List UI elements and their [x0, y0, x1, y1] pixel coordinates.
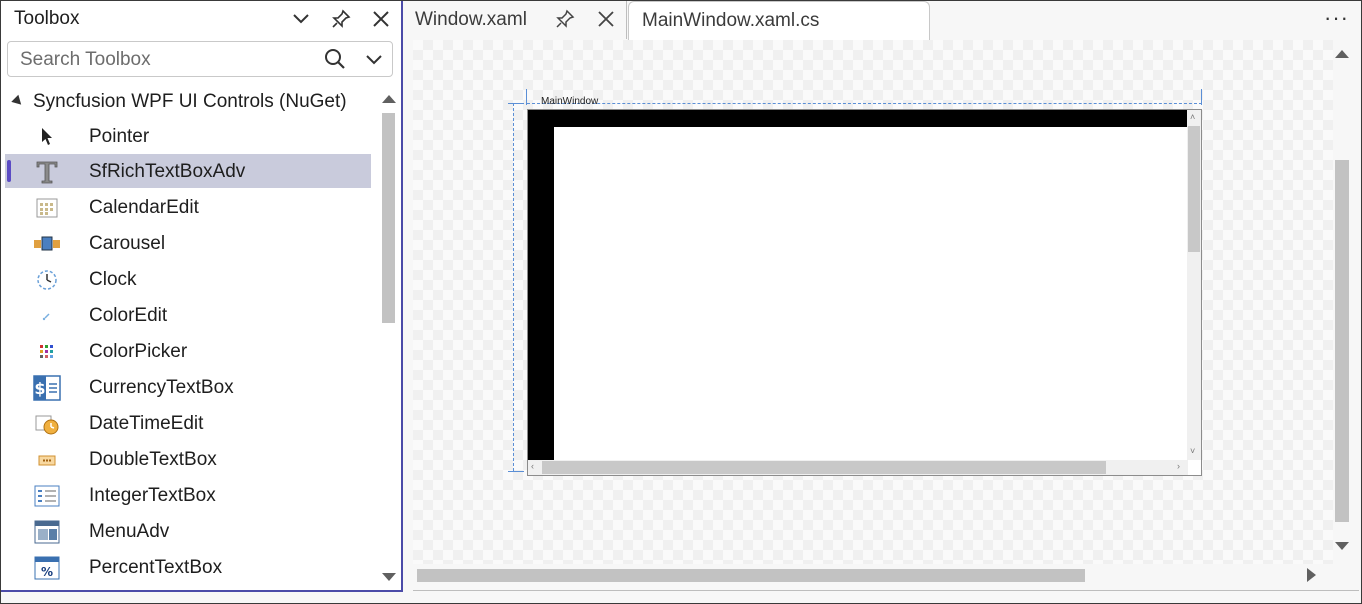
toolbox-panel: Toolbox Syncfusion WPF UI Controls (NuGe… — [1, 1, 403, 592]
designer-horizontal-scrollbar[interactable] — [413, 566, 1323, 584]
toolbox-item-label: CurrencyTextBox — [89, 377, 234, 398]
currency-icon: $ — [33, 375, 61, 401]
scroll-up-icon[interactable] — [1335, 50, 1349, 58]
more-options-icon[interactable]: ··· — [1324, 5, 1349, 31]
toolbox-item-coloredit[interactable]: ColorEdit — [5, 298, 371, 332]
toolbox-item-label: Carousel — [89, 233, 166, 254]
menu-icon — [33, 520, 61, 544]
pin-icon[interactable] — [555, 9, 575, 35]
document-tabs: Window.xaml MainWindow.xaml.cs ··· — [404, 1, 1360, 40]
scroll-up-icon[interactable]: ˄ — [1190, 112, 1195, 122]
scroll-down-icon[interactable] — [1335, 542, 1349, 550]
height-guide — [513, 103, 514, 471]
scroll-thumb[interactable] — [1188, 126, 1200, 252]
toolbox-item-label: SfRichTextBoxAdv — [89, 161, 246, 182]
toolbox-item-doubletextbox[interactable]: DoubleTextBox — [5, 442, 371, 476]
close-icon[interactable] — [369, 7, 393, 31]
guide-tick — [526, 89, 527, 105]
integer-textbox-icon — [33, 484, 61, 508]
scroll-thumb[interactable] — [1335, 160, 1349, 522]
toolbox-item-calendaredit[interactable]: CalendarEdit — [5, 190, 371, 224]
toolbox-item-sfrichtextboxadv[interactable]: SfRichTextBoxAdv — [5, 154, 371, 188]
carousel-icon — [33, 232, 61, 256]
double-textbox-icon — [33, 448, 61, 472]
expand-triangle-icon[interactable] — [11, 94, 25, 108]
toolbox-item-label: ColorPicker — [89, 341, 188, 362]
toolbox-item-pointer[interactable]: Pointer — [5, 119, 371, 153]
close-icon[interactable] — [597, 10, 615, 34]
toolbox-title: Toolbox — [14, 8, 80, 29]
color-edit-icon — [33, 304, 61, 328]
scroll-up-icon[interactable] — [382, 95, 396, 103]
scroll-right-icon[interactable]: › — [1177, 461, 1180, 471]
toolbox-item-colorpicker[interactable]: ColorPicker — [5, 334, 371, 368]
guide-tick — [508, 471, 524, 472]
toolbox-item-label: MenuAdv — [89, 521, 170, 542]
tab-label: Window.xaml — [415, 9, 527, 30]
search-box — [7, 41, 393, 77]
scroll-thumb[interactable] — [417, 569, 1085, 582]
toolbox-item-carousel[interactable]: Carousel — [5, 226, 371, 260]
toolbox-item-datetimeedit[interactable]: DateTimeEdit — [5, 406, 371, 440]
toolbox-item-menuadv[interactable]: MenuAdv — [5, 514, 371, 548]
scroll-thumb[interactable] — [382, 113, 395, 323]
width-guide — [527, 103, 1202, 104]
group-label: Syncfusion WPF UI Controls (NuGet) — [33, 91, 347, 112]
tab-window-xaml[interactable]: Window.xaml — [404, 1, 627, 39]
percent-icon: % — [33, 556, 61, 580]
scroll-left-icon[interactable]: ‹ — [531, 461, 534, 471]
pin-icon[interactable] — [329, 7, 353, 31]
guide-tick — [1201, 89, 1202, 105]
toolbox-item-label: CalendarEdit — [89, 197, 199, 218]
chevron-down-icon[interactable] — [289, 7, 313, 31]
scroll-thumb[interactable] — [542, 461, 1106, 474]
search-input[interactable] — [18, 47, 312, 73]
toolbox-item-label: IntegerTextBox — [89, 485, 216, 506]
search-options-chevron-icon[interactable] — [366, 52, 382, 70]
pointer-icon — [33, 125, 61, 149]
scroll-right-icon[interactable] — [1307, 568, 1316, 582]
toolbox-group-syncfusion[interactable]: Syncfusion WPF UI Controls (NuGet) — [11, 91, 347, 113]
designer-vertical-scrollbar[interactable] — [1333, 40, 1353, 564]
toolbox-scrollbar[interactable] — [381, 91, 397, 585]
color-picker-icon — [33, 340, 61, 364]
svg-text:%: % — [41, 565, 53, 579]
bottom-divider — [413, 590, 1359, 591]
scroll-down-icon[interactable]: ˅ — [1190, 446, 1195, 456]
window-vertical-scrollbar[interactable]: ˄ ˅ — [1187, 110, 1201, 460]
toolbox-item-label: Pointer — [89, 126, 150, 147]
toolbox-item-currencytextbox[interactable]: $ CurrencyTextBox — [5, 370, 371, 404]
toolbox-tree: Syncfusion WPF UI Controls (NuGet) Point… — [1, 87, 381, 587]
tab-mainwindow-xaml-cs[interactable]: MainWindow.xaml.cs — [628, 1, 930, 40]
designer-window[interactable]: ˄ ˅ ‹ › — [527, 109, 1202, 476]
text-t-icon — [33, 160, 61, 184]
toolbox-item-label: DoubleTextBox — [89, 449, 217, 470]
toolbox-item-label: DateTimeEdit — [89, 413, 204, 434]
designer-window-title: MainWindow — [541, 96, 599, 107]
calendar-icon — [33, 196, 61, 220]
toolbox-item-label: PercentTextBox — [89, 557, 223, 578]
toolbox-item-clock[interactable]: Clock — [5, 262, 371, 296]
selection-indicator — [7, 160, 11, 182]
tab-label: MainWindow.xaml.cs — [642, 10, 820, 31]
toolbox-item-label: Clock — [89, 269, 137, 290]
guide-tick — [508, 103, 524, 104]
svg-text:$: $ — [34, 379, 45, 398]
search-icon[interactable] — [324, 48, 346, 75]
scroll-down-icon[interactable] — [382, 573, 396, 581]
clock-icon — [33, 268, 61, 292]
toolbox-item-percenttextbox[interactable]: % PercentTextBox — [5, 550, 371, 584]
window-black-band-top — [528, 110, 1188, 127]
window-horizontal-scrollbar[interactable]: ‹ › — [528, 460, 1188, 475]
window-black-band-left — [528, 110, 554, 460]
toolbox-item-label: ColorEdit — [89, 305, 168, 326]
datetime-icon — [33, 412, 61, 436]
toolbox-item-integertextbox[interactable]: IntegerTextBox — [5, 478, 371, 512]
